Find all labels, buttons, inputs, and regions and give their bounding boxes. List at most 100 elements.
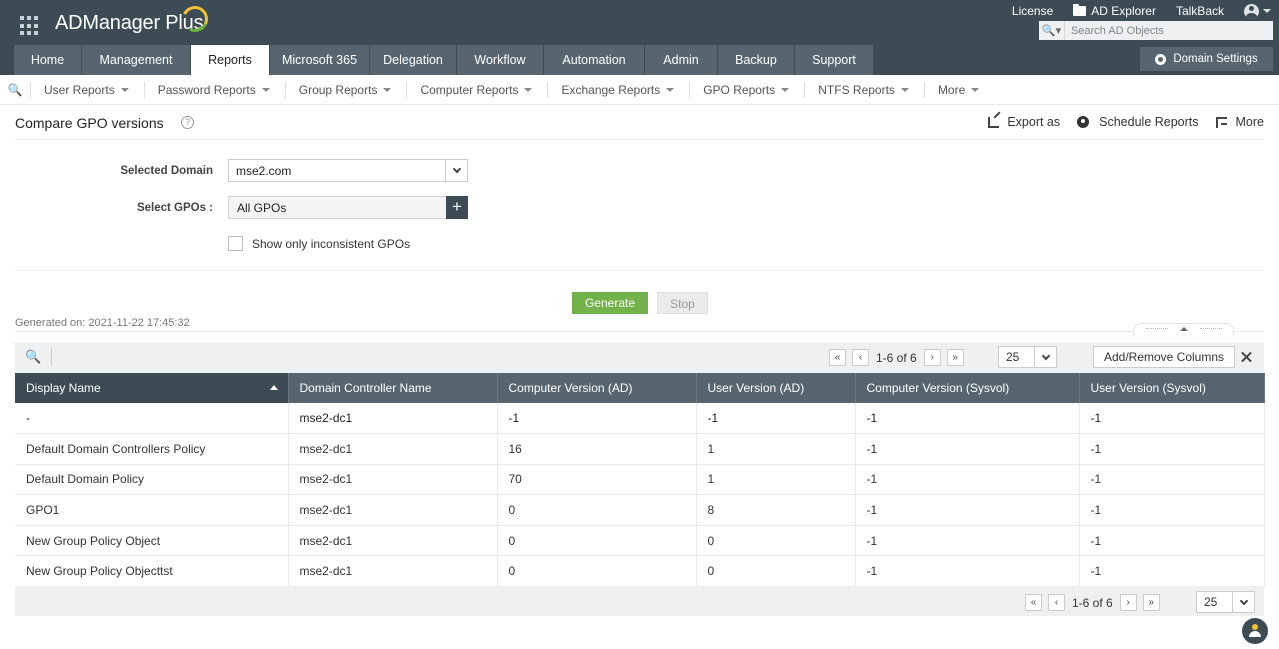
subnav-gpo-reports[interactable]: GPO Reports	[689, 81, 804, 98]
table-cell: 0	[696, 525, 856, 557]
first-page-icon[interactable]: «	[1025, 594, 1042, 611]
schedule-reports-button[interactable]: Schedule Reports	[1077, 115, 1199, 129]
export-icon	[988, 116, 1000, 128]
column-dc-name[interactable]: Domain Controller Name	[288, 373, 498, 403]
domain-select-value: mse2.com	[236, 163, 292, 178]
per-page-select[interactable]: 25	[1196, 591, 1255, 613]
export-as-button[interactable]: Export as	[988, 115, 1060, 129]
table-cell: mse2-dc1	[288, 403, 498, 435]
subnav-computer-reports[interactable]: Computer Reports	[406, 81, 547, 98]
subnav-user-reports[interactable]: User Reports	[30, 81, 144, 98]
table-row[interactable]: GPO1 mse2-dc1 0 8 -1 -1	[15, 494, 1265, 526]
subnav-label: More	[937, 82, 966, 97]
pagination-bottom: « ‹ 1-6 of 6 › »	[1025, 594, 1166, 611]
table-cell: -1	[855, 494, 1080, 526]
table-footer: « ‹ 1-6 of 6 › » 25	[15, 586, 1264, 616]
tab-workflow[interactable]: Workflow	[457, 45, 544, 75]
subnav-more[interactable]: More	[923, 81, 994, 98]
table-row[interactable]: Default Domain Policy mse2-dc1 70 1 -1 -…	[15, 464, 1265, 496]
prev-page-icon[interactable]: ‹	[852, 349, 869, 366]
folder-icon	[1073, 4, 1087, 16]
chevron-down-icon	[524, 87, 533, 92]
last-page-icon[interactable]: »	[1142, 594, 1160, 611]
prev-page-icon[interactable]: ‹	[1048, 594, 1065, 611]
fullscreen-icon[interactable]	[1241, 351, 1252, 362]
table-search-icon[interactable]: 🔍	[25, 349, 41, 365]
gpo-versions-table: Display Name Domain Controller Name Comp…	[15, 373, 1265, 588]
domain-settings-button[interactable]: Domain Settings	[1140, 47, 1273, 71]
search-input[interactable]	[1065, 21, 1265, 40]
tab-management[interactable]: Management	[82, 45, 191, 75]
column-computer-version-ad[interactable]: Computer Version (AD)	[497, 373, 697, 403]
table-cell: -1	[855, 433, 1080, 465]
user-avatar-icon	[1244, 3, 1259, 19]
table-row[interactable]: Default Domain Controllers Policy mse2-d…	[15, 433, 1265, 465]
subnav-label: NTFS Reports	[818, 82, 895, 97]
talkback-link[interactable]: TalkBack	[1176, 4, 1224, 18]
search-ad-objects: 🔍▾	[1039, 21, 1273, 40]
next-page-icon[interactable]: ›	[1119, 594, 1137, 611]
next-page-icon[interactable]: ›	[923, 349, 941, 366]
table-toolbar: 🔍 « ‹ 1-6 of 6 › » 25 Add/Remove Columns	[15, 342, 1264, 373]
tab-admin[interactable]: Admin	[645, 45, 718, 75]
inconsistent-gpos-label[interactable]: Show only inconsistent GPOs	[252, 237, 410, 251]
top-links: License AD Explorer TalkBack	[992, 2, 1271, 20]
chevron-down-icon[interactable]	[445, 160, 467, 181]
collapse-toggle[interactable]	[1133, 323, 1234, 335]
tab-delegation[interactable]: Delegation	[370, 45, 457, 75]
divider	[15, 331, 1264, 332]
license-link[interactable]: License	[1012, 4, 1053, 18]
per-page-value: 25	[1204, 595, 1218, 609]
column-computer-version-sysvol[interactable]: Computer Version (Sysvol)	[855, 373, 1080, 403]
table-cell: 70	[497, 464, 697, 496]
support-chat-icon[interactable]	[1242, 618, 1268, 644]
table-cell: -1	[1079, 464, 1265, 496]
generate-button[interactable]: Generate	[572, 292, 648, 314]
tab-home[interactable]: Home	[14, 45, 82, 75]
chevron-down-icon	[383, 87, 392, 92]
subnav-password-reports[interactable]: Password Reports	[143, 81, 285, 98]
chevron-down-icon	[666, 87, 675, 92]
tab-reports[interactable]: Reports	[191, 45, 270, 75]
search-icon[interactable]: 🔍▾	[1039, 21, 1065, 40]
table-cell: GPO1	[15, 494, 289, 526]
add-remove-columns-button[interactable]: Add/Remove Columns	[1093, 346, 1235, 368]
chevron-down-icon[interactable]	[1232, 592, 1254, 612]
subnav-group-reports[interactable]: Group Reports	[284, 81, 407, 98]
table-cell: 1	[696, 464, 856, 496]
tab-support[interactable]: Support	[795, 45, 874, 75]
chevron-down-icon[interactable]	[1034, 347, 1056, 367]
column-display-name[interactable]: Display Name	[15, 373, 289, 403]
table-cell: mse2-dc1	[288, 555, 498, 588]
last-page-icon[interactable]: »	[946, 349, 964, 366]
page-actions: Export as Schedule Reports More	[971, 115, 1264, 129]
table-row[interactable]: - mse2-dc1 -1 -1 -1 -1	[15, 403, 1265, 435]
column-user-version-sysvol[interactable]: User Version (Sysvol)	[1079, 373, 1265, 403]
more-menu-icon	[1215, 116, 1227, 128]
subnav-exchange-reports[interactable]: Exchange Reports	[547, 81, 689, 98]
tab-automation[interactable]: Automation	[544, 45, 645, 75]
inconsistent-gpos-checkbox[interactable]	[228, 236, 243, 251]
search-icon[interactable]: 🔍	[0, 83, 30, 97]
table-row[interactable]: New Group Policy Object mse2-dc1 0 0 -1 …	[15, 525, 1265, 557]
tab-backup[interactable]: Backup	[718, 45, 795, 75]
select-gpos-label: Select GPOs :	[136, 202, 213, 214]
more-actions-button[interactable]: More	[1215, 115, 1264, 129]
stop-button: Stop	[657, 292, 708, 314]
table-cell: 0	[497, 494, 697, 526]
table-row[interactable]: New Group Policy Objecttst mse2-dc1 0 0 …	[15, 555, 1265, 588]
column-user-version-ad[interactable]: User Version (AD)	[696, 373, 856, 403]
first-page-icon[interactable]: «	[829, 349, 846, 366]
per-page-select[interactable]: 25	[998, 346, 1057, 368]
user-menu[interactable]	[1244, 3, 1271, 19]
page-range-text: 1-6 of 6	[1072, 595, 1113, 610]
ad-explorer-link[interactable]: AD Explorer	[1073, 4, 1156, 18]
domain-select[interactable]: mse2.com	[228, 159, 468, 182]
reports-subnav: 🔍 User Reports Password Reports Group Re…	[0, 75, 1279, 105]
tab-microsoft-365[interactable]: Microsoft 365	[270, 45, 370, 75]
add-gpo-button[interactable]: +	[446, 196, 468, 219]
help-icon[interactable]: ?	[181, 116, 194, 129]
subnav-ntfs-reports[interactable]: NTFS Reports	[804, 81, 924, 98]
apps-grid-icon[interactable]	[20, 16, 40, 36]
sort-ascending-icon	[269, 385, 278, 390]
